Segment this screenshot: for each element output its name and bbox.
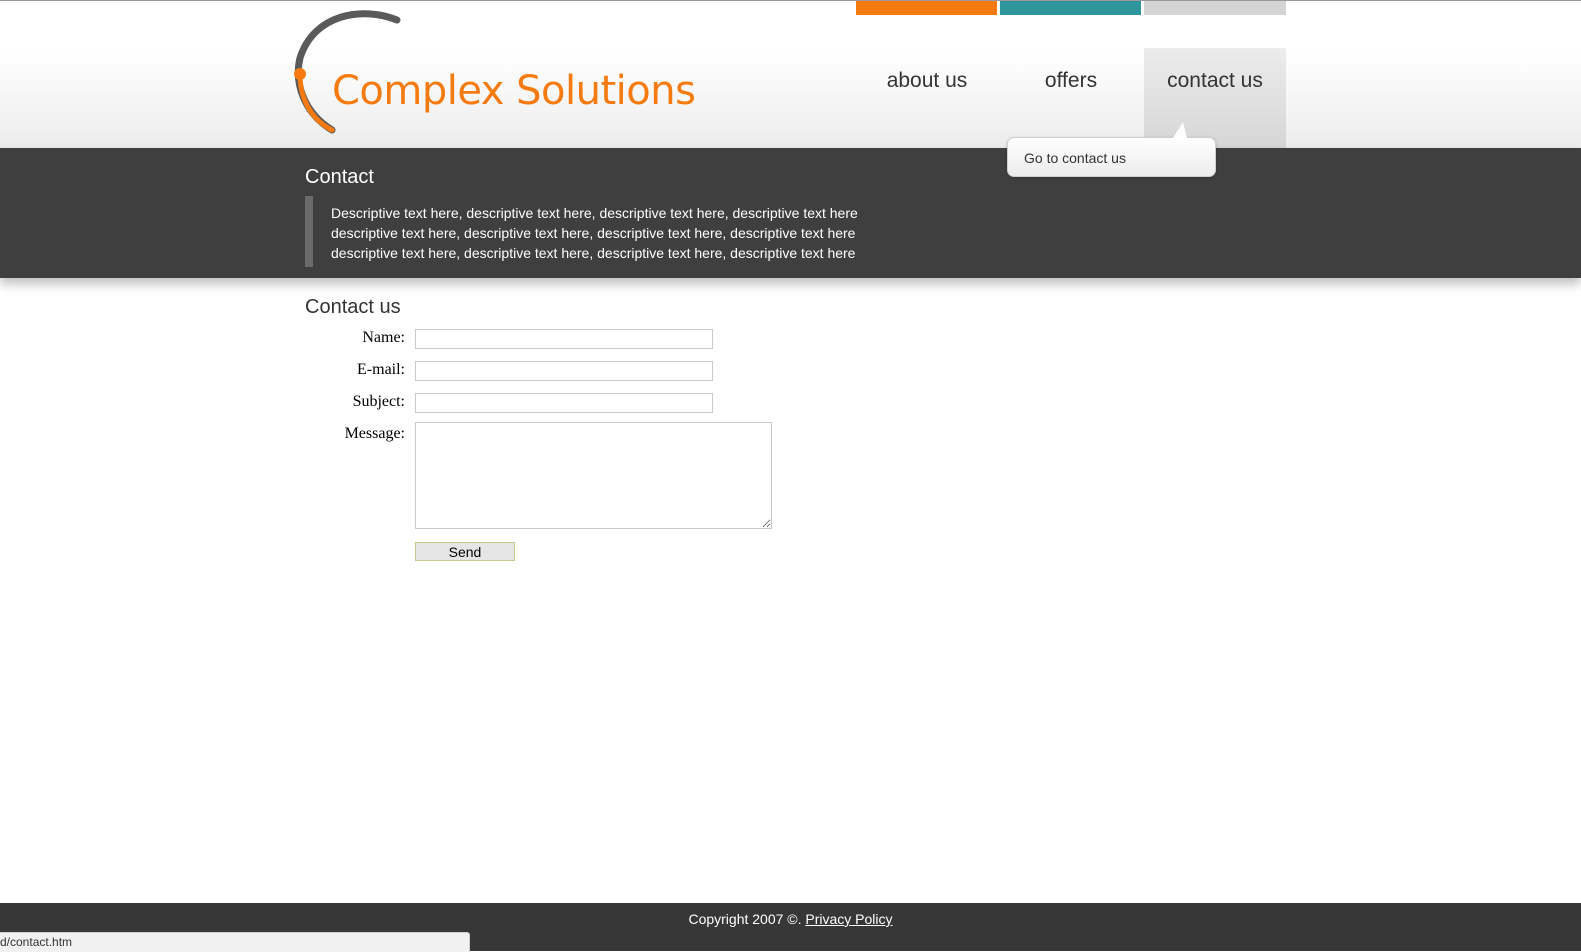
message-textarea[interactable]: [415, 422, 772, 529]
banner-description: Descriptive text here, descriptive text …: [331, 203, 858, 263]
email-label: E-mail:: [357, 361, 405, 378]
tooltip-pointer: [1173, 122, 1187, 138]
header: [0, 1, 1581, 148]
copyright-text: Copyright 2007 ©.: [688, 911, 806, 927]
footer-text: Copyright 2007 ©. Privacy Policy: [0, 911, 1581, 927]
nav-contact-us[interactable]: contact us: [1144, 48, 1286, 148]
nav-offers[interactable]: offers: [1000, 48, 1142, 148]
accent-bar-gray: [1144, 1, 1286, 15]
banner-description-line: Descriptive text here, descriptive text …: [331, 205, 858, 221]
quote-bar: [305, 196, 313, 267]
browser-status-bar: d/contact.htm: [0, 932, 470, 952]
email-input[interactable]: [415, 361, 713, 381]
banner-description-line: descriptive text here, descriptive text …: [331, 245, 856, 261]
logo[interactable]: Complex Solutions: [292, 8, 696, 134]
privacy-policy-link[interactable]: Privacy Policy: [805, 911, 892, 927]
nav-tooltip: Go to contact us: [1007, 122, 1216, 177]
subject-input[interactable]: [415, 393, 713, 413]
accent-bar-teal: [1000, 1, 1141, 15]
subject-label: Subject:: [352, 393, 405, 410]
send-button[interactable]: Send: [415, 542, 515, 561]
message-label: Message:: [344, 425, 405, 442]
tooltip-text: Go to contact us: [1024, 150, 1126, 166]
nav-about-us[interactable]: about us: [856, 48, 998, 148]
banner-title: Contact: [305, 166, 374, 188]
name-input[interactable]: [415, 329, 713, 349]
form-title: Contact us: [305, 296, 401, 318]
banner-description-line: descriptive text here, descriptive text …: [331, 225, 856, 241]
accent-bar-orange: [856, 1, 997, 15]
name-label: Name:: [362, 329, 405, 346]
logo-text: Complex Solutions: [332, 68, 696, 114]
